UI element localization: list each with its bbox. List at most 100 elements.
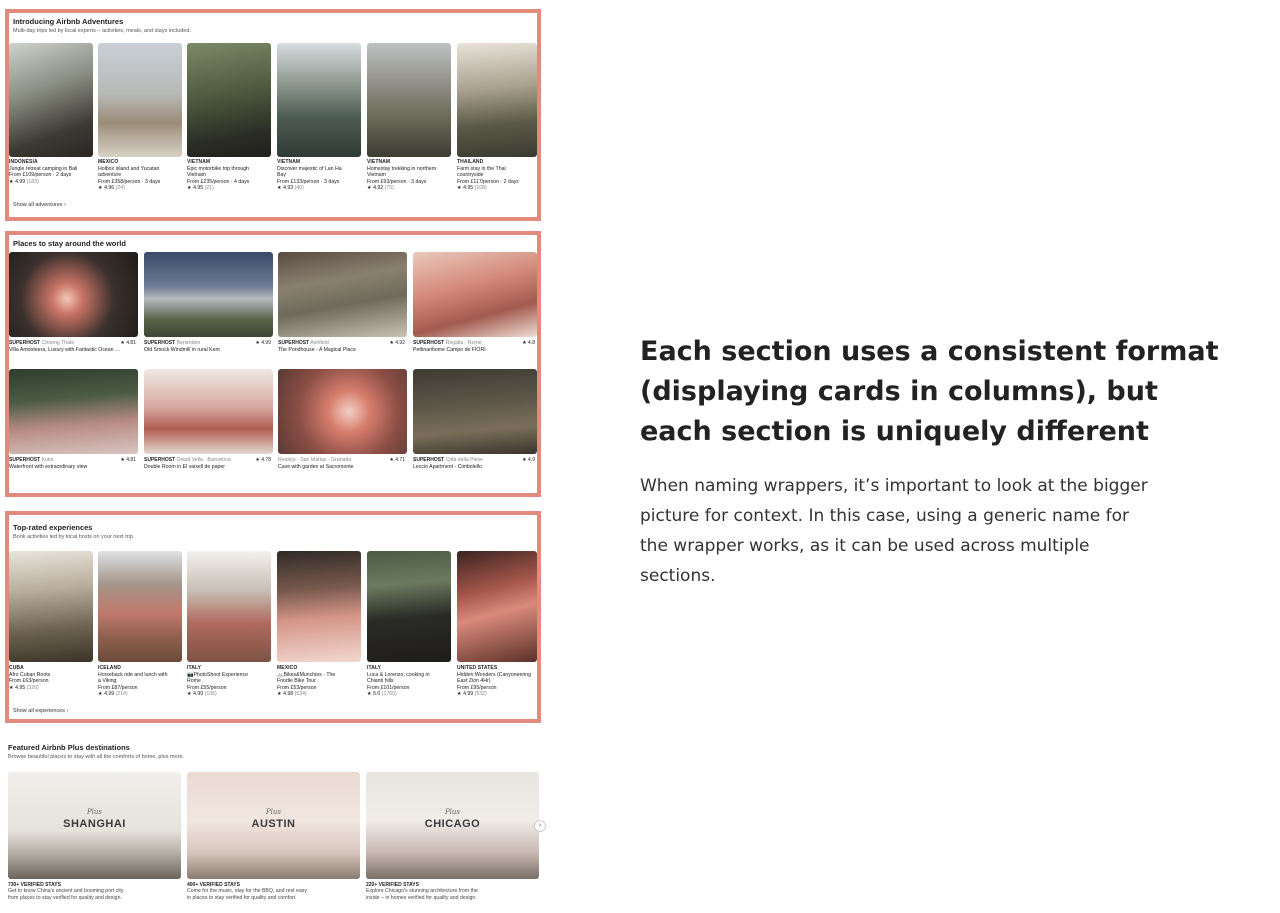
plus-card[interactable]: Plus SHANGHAI 730+ VERIFIED STAYS Get to… <box>8 772 181 906</box>
card-title-2: adventure <box>98 172 122 179</box>
section-subtitle: Book activities led by local hosts on yo… <box>13 534 135 540</box>
card-price: From £101/person <box>367 684 410 691</box>
card-price: From £95/person <box>457 684 497 691</box>
card-photo: Plus SHANGHAI <box>8 772 181 879</box>
plus-card[interactable]: Plus CHICAGO 220+ VERIFIED STAYS Explore… <box>366 772 539 906</box>
plus-logo: Plus <box>444 808 461 816</box>
card-location: Benenden <box>176 340 201 346</box>
card-location: Regalia · Rome <box>445 340 482 346</box>
card-photo <box>144 369 273 454</box>
card-country: VIETNAM <box>367 159 391 165</box>
superhost-badge: SUPERHOST <box>9 340 41 346</box>
adventures-section: Introducing Airbnb Adventures Multi-day … <box>5 9 541 221</box>
superhost-badge: SUPERHOST <box>144 340 176 346</box>
card-title-2: Vietnam <box>187 172 206 179</box>
card-title-2: Bay <box>277 172 286 179</box>
card-location: Ostalt Vella · Barcelona <box>176 457 231 463</box>
airbnb-screenshot: Introducing Airbnb Adventures Multi-day … <box>0 0 550 913</box>
card-title: Horseback ride and lunch with <box>98 671 168 678</box>
rating-count: (24) <box>115 185 125 192</box>
card-country: THAILAND <box>457 159 484 165</box>
card-price: From £93/person · 3 days <box>367 178 427 185</box>
card-rating: ★ 4.98 (534) <box>277 691 361 698</box>
plus-desc: Explore Chicago's stunning architecture … <box>366 888 478 895</box>
card-price: From £133/person · 3 days <box>277 178 340 185</box>
heading-line: each section is uniquely different <box>640 416 1149 447</box>
card-title: Homestay trekking in northern <box>367 165 437 172</box>
card-photo <box>413 369 537 454</box>
card-country: MEXICO <box>98 159 119 165</box>
rating-value: ★ 4.95 <box>457 185 474 192</box>
rating-count: (75) <box>384 185 394 192</box>
plus-desc-2: in places to stay verified for quality a… <box>187 894 297 901</box>
rating-count: (1765) <box>381 691 397 698</box>
superhost-badge: SUPERHOST <box>144 457 176 463</box>
card-photo <box>9 551 93 662</box>
paragraph-line: picture for context. In this case, using… <box>640 506 1130 526</box>
card-title: 🚲Bikes&Munchies - The <box>277 671 336 678</box>
card-title: Old Smock Windmill in rural Kent <box>144 346 220 353</box>
card-rating: ★ 4.99 (106) <box>187 691 271 698</box>
card-photo <box>277 43 361 157</box>
rating-value: ★ 4.99 <box>9 178 26 185</box>
card-title: Discover majestic of Lan Ha <box>277 165 342 172</box>
card-rating: ★ 4.99 (532) <box>457 691 537 698</box>
section-title: Featured Airbnb Plus destinations <box>8 743 130 752</box>
card-rating: ★ 4.95 (21) <box>187 185 271 192</box>
card-rating: ★ 4.9 <box>522 457 535 463</box>
show-all-experiences-link[interactable]: Show all experiences › <box>13 708 68 714</box>
rating-value: ★ 4.98 <box>277 691 294 698</box>
rating-count: (40) <box>294 185 304 192</box>
card-location: Kotor <box>41 457 54 463</box>
rating-value: ★ 4.95 <box>187 185 204 192</box>
card-title-2: East Zion 4Hr) <box>457 678 491 685</box>
explanation-heading: Each section uses a consistent format (d… <box>640 332 1220 452</box>
chevron-right-icon[interactable]: › <box>534 820 546 832</box>
plus-logo: Plus <box>265 808 282 816</box>
plus-desc: Come for the music, stay for the BBQ, an… <box>187 888 307 895</box>
rating-count: (106) <box>204 691 217 698</box>
rating-count: (21) <box>204 185 214 192</box>
card-rating: ★ 4.95 (320) <box>9 685 93 692</box>
rating-count: (183) <box>26 178 39 185</box>
card-price: From £358/person · 3 days <box>98 178 161 185</box>
superhost-badge: SUPERHOST <box>413 457 445 463</box>
card-location: Realejo - San Matías · Granada <box>278 457 352 463</box>
card-rating: ★ 4.96 (24) <box>98 185 182 192</box>
card-title: Waterfront with extraordinary view <box>9 463 88 470</box>
card-photo <box>367 551 451 662</box>
rating-value: ★ 5.0 <box>367 691 381 698</box>
superhost-badge: SUPERHOST <box>9 457 41 463</box>
plus-city-label: SHANGHAI <box>63 818 126 830</box>
card-photo <box>9 252 138 337</box>
rating-value: ★ 4.99 <box>98 691 115 698</box>
card-rating: ★ 4.71 <box>389 457 405 463</box>
card-photo <box>187 43 271 157</box>
rating-count: (534) <box>294 691 307 698</box>
card-title-2: Vietnam <box>367 172 386 179</box>
card-photo: Plus CHICAGO <box>366 772 539 879</box>
plus-desc-2: from places to stay verified for quality… <box>8 894 122 901</box>
card-title-2: a Viking <box>98 678 117 685</box>
card-price: From £87/person <box>98 684 138 691</box>
card-photo <box>98 551 182 662</box>
card-rating: ★ 4.81 <box>120 340 136 346</box>
card-price: From £117/person · 2 days <box>457 178 519 185</box>
paragraph-line: When naming wrappers, it’s important to … <box>640 476 1148 496</box>
show-all-adventures-link[interactable]: Show all adventures › <box>13 202 66 208</box>
card-rating: ★ 4.99 (183) <box>9 179 93 186</box>
rating-value: ★ 4.99 <box>457 691 474 698</box>
heading-line: Each section uses a consistent format <box>640 336 1219 367</box>
card-title: 📷PhotoShoot Experience <box>187 671 248 678</box>
plus-card[interactable]: Plus AUSTIN 400+ VERIFIED STAYS Come for… <box>187 772 360 906</box>
section-title: Introducing Airbnb Adventures <box>13 17 124 26</box>
section-subtitle: Browse beautiful places to stay with all… <box>8 754 185 760</box>
section-title: Places to stay around the world <box>13 239 126 248</box>
plus-city-label: CHICAGO <box>424 818 481 830</box>
card-title: Epic motorbike trip through <box>187 165 249 172</box>
rating-count: (214) <box>115 691 128 698</box>
card-rating: ★ 4.99 (214) <box>98 691 182 698</box>
card-photo <box>457 43 537 157</box>
card-title-2: Chianti hills <box>367 678 394 685</box>
places-section: Places to stay around the world SUPERHOS… <box>5 231 541 497</box>
